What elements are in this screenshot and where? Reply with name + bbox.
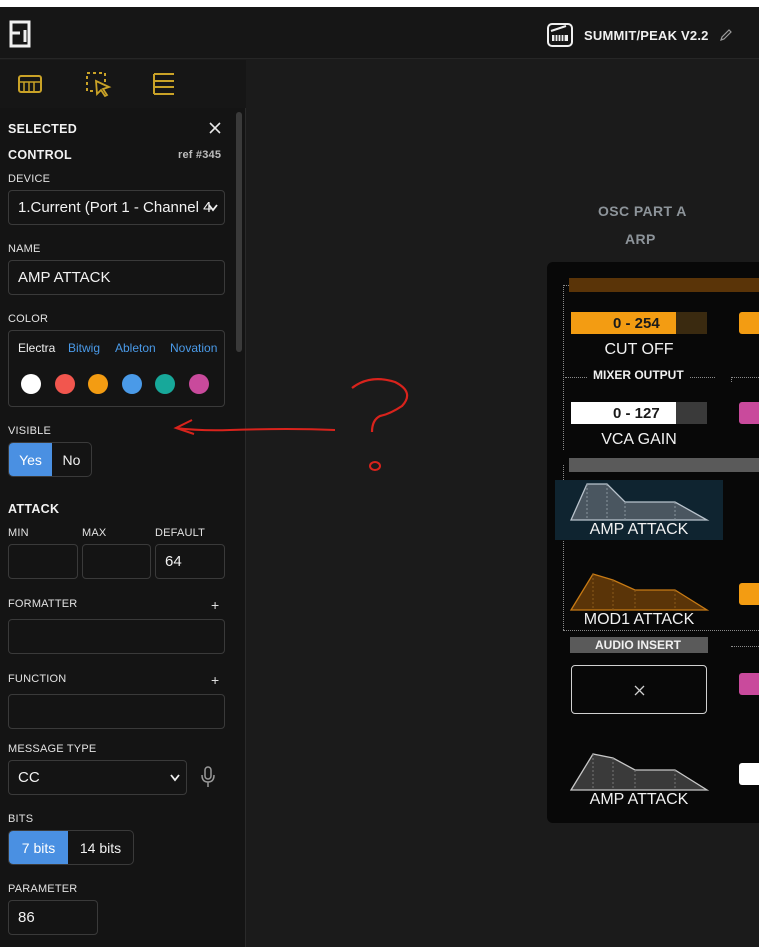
function-input[interactable] [8, 694, 225, 729]
visible-yes-button[interactable]: Yes [9, 443, 52, 476]
edge-control-white[interactable] [739, 763, 759, 785]
swatch-blue[interactable] [122, 374, 142, 394]
selected-control-panel [0, 108, 246, 947]
edge-control-pink-2[interactable] [739, 673, 759, 695]
device-select[interactable]: 1.Current (Port 1 - Channel 4 [8, 190, 225, 225]
bits-14-button[interactable]: 14 bits [68, 831, 133, 864]
color-tab-ableton[interactable]: Ableton [115, 341, 156, 355]
swatch-orange[interactable] [88, 374, 108, 394]
window-top-strip [0, 0, 759, 7]
color-tab-novation[interactable]: Novation [170, 341, 217, 355]
amp-attack-selected-label: AMP ATTACK [589, 521, 689, 538]
group-border [731, 646, 759, 647]
edge-control-orange[interactable] [739, 312, 759, 334]
device-value: 1.Current (Port 1 - Channel 4 [18, 199, 212, 216]
mod1-attack-label: MOD1 ATTACK [583, 611, 695, 628]
group-title-audio-insert: AUDIO INSERT [595, 638, 682, 652]
max-input[interactable] [82, 544, 151, 579]
visible-no-button[interactable]: No [52, 443, 91, 476]
preset-name: SUMMIT/PEAK V2.2 [584, 27, 709, 43]
close-icon [634, 685, 645, 696]
chevron-down-icon [208, 203, 218, 211]
sidebar-scrollbar[interactable] [236, 112, 242, 352]
vca-gain-range: 0 - 127 [613, 404, 660, 422]
parameter-label: PARAMETER [8, 883, 78, 895]
controller-icon [547, 23, 573, 47]
top-bar: SUMMIT/PEAK V2.2 [0, 7, 759, 59]
group-border [563, 630, 759, 631]
select-cursor-icon[interactable] [84, 70, 112, 98]
color-tab-electra[interactable]: Electra [18, 341, 55, 355]
bits-7-button[interactable]: 7 bits [9, 831, 68, 864]
audio-insert-button[interactable] [571, 665, 707, 714]
page-label-arp[interactable]: ARP [625, 231, 656, 247]
control-ref: ref #345 [178, 149, 222, 161]
page-label-osc-part-a[interactable]: OSC PART A [598, 203, 687, 219]
vca-gain-label: VCA GAIN [601, 431, 677, 448]
sidebar-title: SELECTED [8, 122, 78, 136]
bits-label: BITS [8, 813, 34, 825]
formatter-label: FORMATTER [8, 598, 78, 610]
keyboard-icon[interactable] [16, 70, 44, 98]
group-bar-top[interactable] [569, 278, 759, 292]
swatch-red[interactable] [55, 374, 75, 394]
electra-logo-icon[interactable] [9, 20, 31, 48]
visible-label: VISIBLE [8, 425, 51, 437]
cutoff-range: 0 - 254 [613, 314, 660, 332]
function-label: FUNCTION [8, 673, 67, 685]
device-label: DEVICE [8, 173, 51, 185]
chevron-down-icon [170, 773, 180, 781]
edit-pencil-icon[interactable] [719, 28, 733, 42]
group-border [563, 285, 569, 286]
preset-header[interactable]: SUMMIT/PEAK V2.2 [546, 21, 733, 49]
color-label: COLOR [8, 313, 49, 325]
mod1-envelope-graph[interactable] [555, 568, 723, 612]
close-icon[interactable] [209, 122, 221, 134]
parameter-value: 86 [18, 909, 35, 926]
default-value: 64 [165, 553, 182, 570]
min-input[interactable] [8, 544, 78, 579]
swatch-white[interactable] [21, 374, 41, 394]
formatter-input[interactable] [8, 619, 225, 654]
attack-title: ATTACK [8, 502, 60, 516]
microphone-icon[interactable] [200, 766, 216, 788]
parameter-input[interactable]: 86 [8, 900, 98, 935]
cutoff-value-bar[interactable]: 0 - 254 [571, 312, 707, 334]
group-border [731, 377, 732, 382]
annotation-question-arrow [173, 377, 409, 471]
visible-toggle: Yes No [8, 442, 92, 477]
name-input[interactable]: AMP ATTACK [8, 260, 225, 295]
group-border [731, 377, 759, 378]
message-type-value: CC [18, 769, 40, 786]
vca-gain-value-bar[interactable]: 0 - 127 [571, 402, 707, 424]
bits-toggle: 7 bits 14 bits [8, 830, 134, 865]
control-subtitle: CONTROL [8, 148, 72, 162]
amp-attack-bottom-label: AMP ATTACK [589, 791, 689, 808]
group-bar-middle[interactable] [569, 458, 759, 472]
add-function-button[interactable]: + [211, 672, 219, 688]
max-label: MAX [82, 527, 107, 539]
add-formatter-button[interactable]: + [211, 597, 219, 613]
default-input[interactable]: 64 [155, 544, 225, 579]
edge-control-pink[interactable] [739, 402, 759, 424]
cutoff-label: CUT OFF [604, 341, 674, 358]
list-icon[interactable] [150, 70, 178, 98]
message-type-label: MESSAGE TYPE [8, 743, 97, 755]
amp-attack-envelope-graph[interactable] [555, 748, 723, 792]
name-value: AMP ATTACK [18, 269, 111, 286]
envelope-graph [569, 483, 710, 521]
edge-control-orange-2[interactable] [739, 583, 759, 605]
default-label: DEFAULT [155, 527, 206, 539]
message-type-select[interactable]: CC [8, 760, 187, 795]
group-title-mixer-output[interactable]: MIXER OUTPUT [588, 368, 689, 382]
min-label: MIN [8, 527, 29, 539]
name-label: NAME [8, 243, 41, 255]
sidebar-tool-row [0, 60, 246, 108]
group-border [563, 285, 564, 450]
color-tab-bitwig[interactable]: Bitwig [68, 341, 100, 355]
